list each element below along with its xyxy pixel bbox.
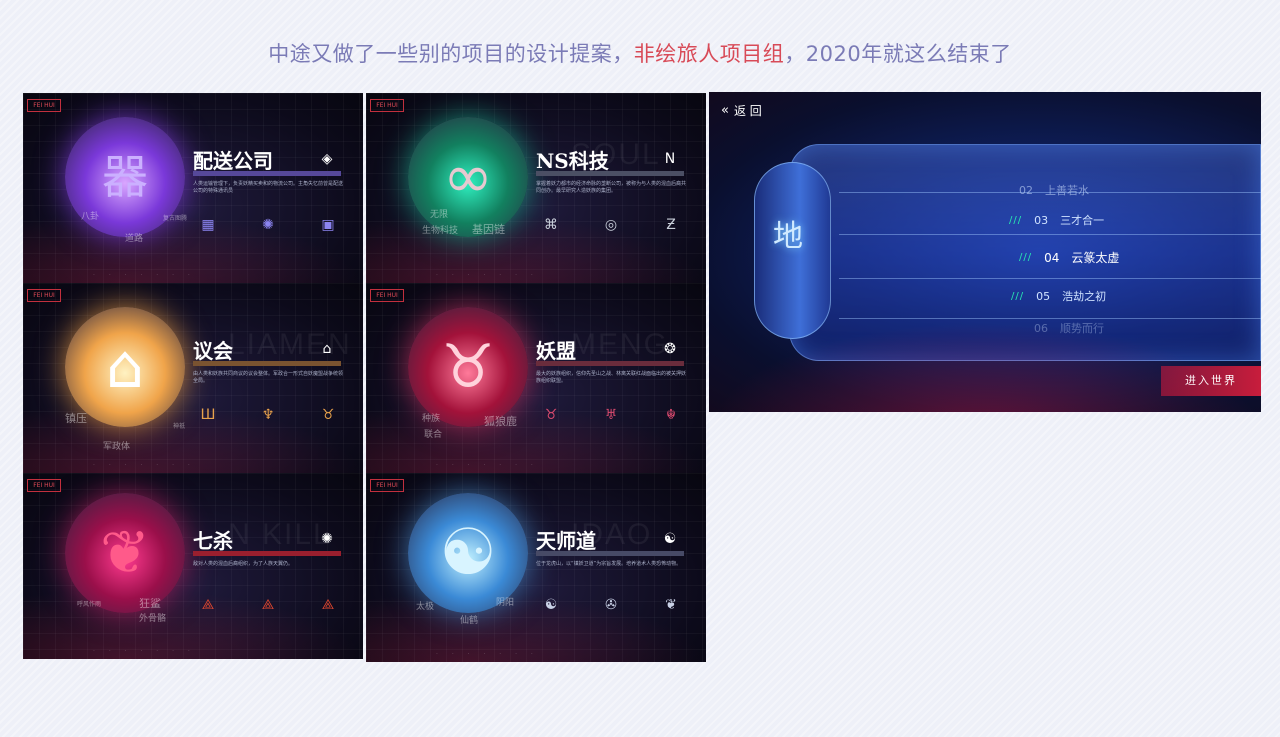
emblem-icon: 器 — [102, 150, 148, 204]
title-icon: ☯ — [663, 531, 677, 547]
orb-label: 镇压 — [65, 412, 87, 425]
orb-label: 狐狼鹿 — [484, 415, 517, 428]
orb-label: 种族 — [422, 414, 441, 424]
card-tag: FEI HUI — [370, 99, 404, 112]
card-desc: 最大的妖族组织，信仰先圣山之战、林离关联红战面临出的被关押妖族组织联盟。 — [536, 371, 687, 384]
card-ns-tech: FEI HUI SOUL ∞ 无限 生物科技 基因链 NS科技 N 掌握着妖力都市的… — [366, 93, 706, 283]
orb-label: 基因链 — [472, 223, 505, 236]
card-desc: 由人类和妖族共同商议的议会整体。军政合一形式自妖魔盟战争统领全局。 — [193, 371, 344, 384]
orb-label: 仙鹤 — [460, 616, 479, 626]
title-icon: ❂ — [664, 341, 676, 357]
card-title: 议会 — [193, 339, 233, 363]
card-qisha: FEI HUI N KILL ❦ 呼风作雨 狂鲨外骨骼 七杀 ✺ 敌对人类的混血后… — [23, 473, 363, 659]
mark-icon: ☬ — [666, 407, 676, 423]
card-tianshidao: FEI HUI IDAO ☯ 太极 仙鹤 阴阳 天师道 ☯ 位于龙虎山，以“镇妖卫道… — [366, 473, 706, 662]
card-delivery: FEI HUI 器 八卦道路 复古图腾 配送公司 ◈ 人类运输管理下，负责妖精买卖… — [23, 93, 363, 283]
card-title: 妖盟 — [536, 339, 576, 363]
enter-world-button[interactable]: 进入世界 — [1161, 366, 1261, 396]
card-title: 配送公司 — [193, 149, 273, 173]
card-watermark: N KILL — [228, 518, 332, 551]
orb-label: 军政体 — [103, 442, 131, 452]
orb-label: 呼风作雨 — [77, 601, 102, 608]
emblem-icon: ⌂ — [105, 332, 145, 402]
orb-label: 外骨骼 — [139, 614, 167, 624]
card-tag: FEI HUI — [27, 289, 61, 302]
mark-icon: ▦ — [201, 217, 215, 233]
title-icon: ◈ — [321, 151, 333, 167]
mark-icon: Ƶ — [666, 217, 676, 233]
mark-icon: ❦ — [665, 597, 677, 613]
title-bar — [536, 551, 684, 556]
card-desc: 敌对人类的混血后裔组织，为了人族天翼仍。 — [193, 561, 294, 567]
cylinder-cap: 地 — [754, 162, 831, 339]
mark-icon: ♉ — [321, 407, 335, 423]
mark-icon: ⟁ — [261, 597, 275, 613]
title-bar — [193, 551, 341, 556]
card-yaomeng: FEI HUI MENG ♉ 种族联合 狐狼鹿 妖盟 ❂ 最大的妖族组织，信仰先圣… — [366, 283, 706, 473]
mark-icon: ⟁ — [321, 597, 335, 613]
mark-icon: ◎ — [604, 217, 618, 233]
card-parliament: FEI HUI LIAMEN ⌂ 镇压 军政体 神祇 议会 ⌂ 由人类和妖族共同商议… — [23, 283, 363, 473]
mark-icon: ⌘ — [544, 217, 558, 233]
orb-label: 生物科技 — [422, 226, 459, 236]
headline-highlight: 非绘旅人项目组 — [633, 42, 785, 66]
episode-item[interactable]: 02 上善若水 — [1019, 182, 1089, 198]
back-button[interactable]: « 返 回 — [721, 102, 762, 119]
episode-item-active[interactable]: ///04 云篆太虚 — [1019, 249, 1119, 266]
title-bar — [193, 361, 341, 366]
orb-label: 复古图腾 — [163, 215, 188, 222]
card-desc: 掌握着妖力都市的经济命脉的垄断公司，被称为与人类的混血后裔共同创办。最早研究人造… — [536, 181, 687, 194]
mark-icon: ♅ — [604, 407, 618, 423]
orb-label: 太极 — [416, 602, 435, 612]
mark-icon: ☯ — [544, 597, 558, 613]
orb-label: 阴阳 — [496, 598, 515, 608]
orb-label: 联合 — [424, 430, 443, 440]
card-tag: FEI HUI — [370, 289, 404, 302]
card-desc: 位于龙虎山，以“镇妖卫道”为宗旨发展。培养道术人类恐怖动物。 — [536, 561, 682, 567]
card-title: 天师道 — [536, 529, 596, 553]
mark-icon: Ш — [200, 407, 216, 423]
emblem-icon: ☯ — [439, 516, 497, 590]
mark-icon: ▣ — [321, 217, 335, 233]
episode-item[interactable]: 06 顺势而行 — [1034, 320, 1104, 336]
mark-icon: ✺ — [262, 217, 274, 233]
episode-item[interactable]: ///05 浩劫之初 — [1011, 288, 1106, 304]
cap-glyph: 地 — [773, 219, 803, 254]
episode-item[interactable]: ///03 三才合一 — [1009, 212, 1104, 228]
headline-prefix: 中途又做了一些别的项目的设计提案， — [268, 42, 634, 66]
title-icon: ⌂ — [322, 341, 332, 357]
mark-icon: ✇ — [605, 597, 617, 613]
card-desc: 人类运输管理下，负责妖精买卖和的物流公司。主角失忆前曾是配送公司的特殊通讯员 — [193, 181, 344, 194]
orb-label: 道路 — [125, 234, 144, 244]
emblem-icon: ∞ — [443, 142, 493, 212]
double-chevron-left-icon: « — [721, 103, 729, 118]
title-icon: ✺ — [321, 531, 333, 547]
title-icon: N — [664, 151, 676, 167]
world-select-screen: « 返 回 地 02 上善若水 ///03 三才合一 ///04 云篆太虚 ///05… — [709, 92, 1261, 412]
mark-icon: ♆ — [261, 407, 275, 423]
card-tag: FEI HUI — [27, 479, 61, 492]
progress-bars-icon: /// — [1009, 214, 1023, 226]
emblem-icon: ❦ — [99, 518, 151, 588]
card-title: 七杀 — [193, 529, 233, 553]
title-bar — [536, 361, 684, 366]
progress-bars-icon: /// — [1019, 252, 1033, 263]
orb-label: 狂鲨 — [139, 597, 161, 610]
emblem-icon: ♉ — [441, 332, 495, 402]
back-label: 返 回 — [733, 104, 762, 118]
mark-icon: ♉ — [544, 407, 558, 423]
title-bar — [536, 171, 684, 176]
headline-suffix: ，2020年就这么结束了 — [784, 42, 1012, 66]
headline: 中途又做了一些别的项目的设计提案，非绘旅人项目组，2020年就这么结束了 — [0, 38, 1280, 68]
card-title: NS科技 — [536, 149, 609, 173]
orb-label: 无限 — [430, 210, 449, 220]
card-tag: FEI HUI — [370, 479, 404, 492]
card-tag: FEI HUI — [27, 99, 61, 112]
orb-label: 神祇 — [173, 423, 186, 430]
mark-icon: ⟁ — [201, 597, 215, 613]
progress-bars-icon: /// — [1011, 290, 1025, 302]
orb-label: 八卦 — [81, 212, 100, 222]
card-watermark: MENG — [571, 328, 669, 361]
title-bar — [193, 171, 341, 176]
